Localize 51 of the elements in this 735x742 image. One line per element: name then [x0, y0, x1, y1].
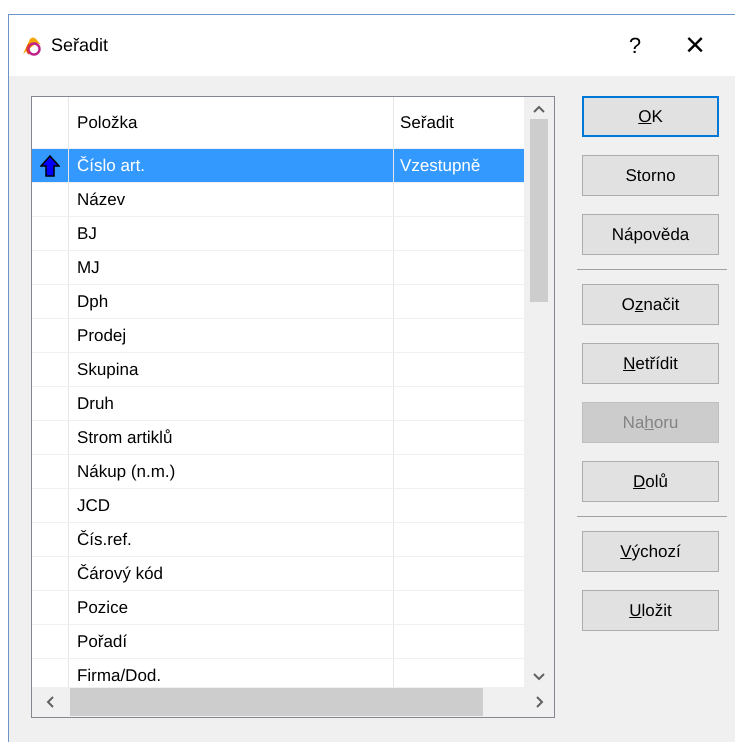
item-name: JCD — [77, 496, 110, 516]
column-header[interactable]: Seřadit — [394, 97, 524, 148]
dialog-button[interactable]: Označit — [582, 284, 719, 325]
item-name: Čárový kód — [77, 564, 163, 584]
close-button[interactable]: × — [665, 24, 725, 68]
item-name: MJ — [77, 258, 100, 278]
scroll-right-icon[interactable] — [536, 696, 544, 708]
scroll-down-icon[interactable] — [533, 673, 545, 681]
list-row[interactable]: Dph — [32, 285, 524, 319]
list-row[interactable]: Nákup (n.m.) — [32, 455, 524, 489]
list-row[interactable]: Skupina — [32, 353, 524, 387]
list-row[interactable]: Pozice — [32, 591, 524, 625]
dialog-button[interactable]: OK — [582, 96, 719, 137]
scroll-thumb[interactable] — [70, 688, 483, 716]
item-name: Nákup (n.m.) — [77, 462, 176, 482]
item-name: Název — [77, 190, 126, 210]
item-name: Prodej — [77, 326, 126, 346]
list-row[interactable]: Pořadí — [32, 625, 524, 659]
scroll-up-icon[interactable] — [533, 105, 545, 113]
item-name: Čís.ref. — [77, 530, 132, 550]
item-name: Dph — [77, 292, 108, 312]
item-name: Pozice — [77, 598, 128, 618]
list-row[interactable]: MJ — [32, 251, 524, 285]
app-logo-icon — [21, 36, 43, 56]
list-row[interactable]: Čárový kód — [32, 557, 524, 591]
help-button[interactable]: ? — [605, 24, 665, 68]
list-row[interactable]: Strom artiklů — [32, 421, 524, 455]
dialog-button[interactable]: Nápověda — [582, 214, 719, 255]
dialog-button[interactable]: Uložit — [582, 590, 719, 631]
item-name: Druh — [77, 394, 114, 414]
list-row[interactable]: Čís.ref. — [32, 523, 524, 557]
item-name: Strom artiklů — [77, 428, 172, 448]
list-row[interactable]: JCD — [32, 489, 524, 523]
dialog-button[interactable]: Netřídit — [582, 343, 719, 384]
dialog-button[interactable]: Storno — [582, 155, 719, 196]
dialog-button[interactable]: Výchozí — [582, 531, 719, 572]
item-name: BJ — [77, 224, 97, 244]
list-row[interactable]: BJ — [32, 217, 524, 251]
list-row[interactable]: Prodej — [32, 319, 524, 353]
list-row[interactable]: Název — [32, 183, 524, 217]
scroll-thumb[interactable] — [530, 119, 548, 302]
item-name: Firma/Dod. — [77, 666, 162, 686]
window-title: Seřadit — [51, 35, 108, 56]
sort-order: Vzestupně — [400, 156, 480, 176]
column-header[interactable]: Položka — [69, 97, 394, 148]
dialog-button[interactable]: Dolů — [582, 461, 719, 502]
item-name: Pořadí — [77, 632, 128, 652]
item-name: Číslo art. — [77, 156, 146, 176]
scroll-left-icon[interactable] — [46, 696, 54, 708]
item-name: Skupina — [77, 360, 138, 380]
list-row[interactable]: Druh — [32, 387, 524, 421]
